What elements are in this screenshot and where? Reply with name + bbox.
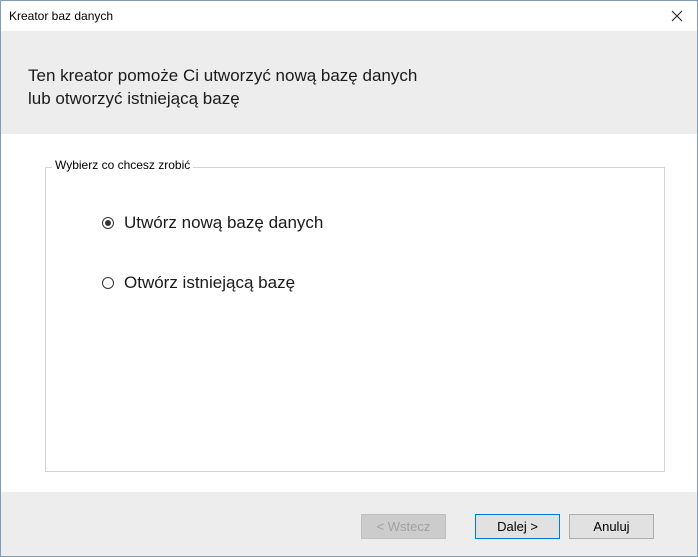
- option-create-label[interactable]: Utwórz nową bazę danych: [124, 213, 323, 233]
- radio-button-create[interactable]: [102, 217, 114, 229]
- next-button[interactable]: Dalej >: [475, 514, 560, 539]
- close-button[interactable]: [657, 1, 697, 31]
- title-bar: Kreator baz danych: [1, 1, 697, 31]
- option-open-label[interactable]: Otwórz istniejącą bazę: [124, 273, 295, 293]
- back-button[interactable]: < Wstecz: [361, 514, 446, 539]
- wizard-header: Ten kreator pomoże Ci utworzyć nową bazę…: [1, 31, 697, 134]
- groupbox-legend: Wybierz co chcesz zrobić: [52, 158, 194, 172]
- cancel-button[interactable]: Anuluj: [569, 514, 654, 539]
- radio-button-open[interactable]: [102, 277, 114, 289]
- option-open-existing-database[interactable]: Otwórz istniejącą bazę: [102, 273, 295, 293]
- wizard-window: Kreator baz danych Ten kreator pomoże Ci…: [0, 0, 698, 557]
- wizard-footer: < Wstecz Dalej > Anuluj: [1, 492, 697, 556]
- wizard-body: Wybierz co chcesz zrobić Utwórz nową baz…: [1, 134, 697, 492]
- header-text-line1: Ten kreator pomoże Ci utworzyć nową bazę…: [28, 66, 418, 85]
- header-text-line2: lub otworzyć istniejącą bazę: [28, 89, 240, 108]
- close-icon: [671, 10, 683, 22]
- option-create-new-database[interactable]: Utwórz nową bazę danych: [102, 213, 323, 233]
- window-title: Kreator baz danych: [9, 9, 114, 23]
